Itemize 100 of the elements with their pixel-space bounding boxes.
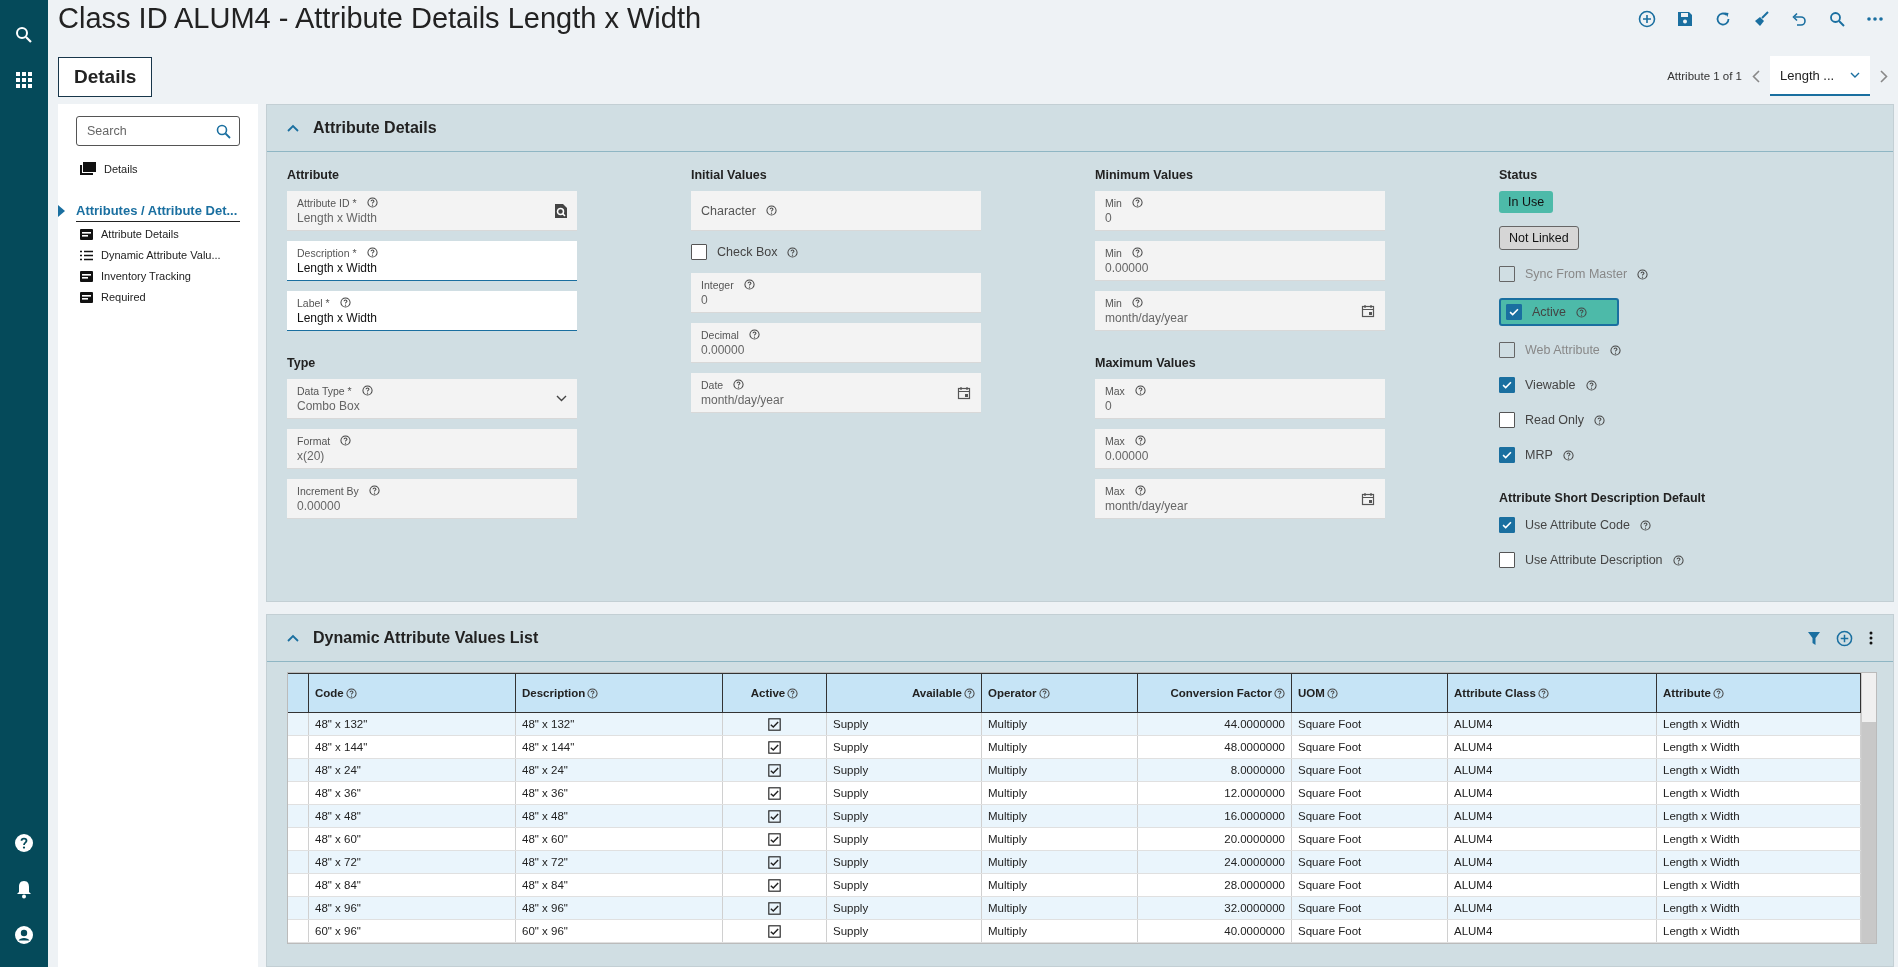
input-field[interactable]: Min 0.00000 <box>1095 241 1385 281</box>
checkbox[interactable] <box>1499 447 1515 463</box>
scrollbar[interactable] <box>1861 673 1876 943</box>
checkbox[interactable] <box>768 786 781 800</box>
refresh-icon[interactable] <box>1714 10 1732 28</box>
column-header[interactable]: UOM <box>1291 673 1448 713</box>
undo-icon[interactable] <box>1790 10 1808 28</box>
help-icon[interactable] <box>345 687 357 699</box>
column-header[interactable]: Code <box>308 673 516 713</box>
checkbox[interactable] <box>768 855 781 869</box>
column-header[interactable]: Attribute <box>1656 673 1861 713</box>
search-icon[interactable] <box>15 26 33 44</box>
help-icon[interactable] <box>1537 687 1549 699</box>
checkbox[interactable] <box>768 763 781 777</box>
input-field[interactable]: Attribute ID * Length x Width <box>287 191 577 231</box>
checkbox[interactable] <box>768 878 781 892</box>
help-icon[interactable] <box>743 279 755 290</box>
collapse-icon[interactable] <box>287 634 299 642</box>
help-icon[interactable] <box>765 205 777 216</box>
column-header[interactable]: Conversion Factor <box>1137 673 1292 713</box>
nav-item[interactable]: Inventory Tracking <box>80 270 240 282</box>
checkbox[interactable] <box>768 809 781 823</box>
help-icon[interactable] <box>361 385 373 396</box>
chevron-down-icon[interactable] <box>556 395 567 402</box>
checkbox[interactable] <box>768 717 781 731</box>
column-header[interactable]: Active <box>722 673 827 713</box>
user-icon[interactable] <box>14 925 34 945</box>
help-icon[interactable] <box>1131 197 1143 208</box>
add-icon[interactable] <box>1638 10 1656 28</box>
input-field[interactable]: Date month/day/year <box>691 373 981 413</box>
input-field[interactable]: Min month/day/year <box>1095 291 1385 331</box>
checkbox[interactable] <box>768 740 781 754</box>
help-icon[interactable] <box>1585 379 1597 391</box>
column-header[interactable]: Available <box>826 673 982 713</box>
help-icon[interactable] <box>587 687 599 699</box>
help-icon[interactable] <box>787 246 799 258</box>
column-header[interactable]: Attribute Class <box>1447 673 1657 713</box>
checkbox[interactable] <box>691 244 707 260</box>
calendar-icon[interactable] <box>957 385 971 400</box>
help-icon[interactable] <box>1562 449 1574 461</box>
column-header[interactable]: Description <box>515 673 723 713</box>
input-field[interactable]: Integer 0 <box>691 273 981 313</box>
nav-item[interactable]: Details <box>80 162 240 175</box>
checkbox[interactable] <box>768 832 781 846</box>
help-icon[interactable] <box>368 485 380 496</box>
nav-item[interactable]: Required <box>80 291 240 303</box>
bell-icon[interactable] <box>15 879 33 899</box>
checkbox[interactable] <box>1499 517 1515 533</box>
tab[interactable]: Details <box>58 57 153 97</box>
record-dropdown[interactable]: Length ... <box>1770 56 1870 96</box>
help-icon[interactable] <box>1131 297 1143 308</box>
nav-group-link[interactable]: Attributes / Attribute Det... <box>76 203 240 222</box>
input-field[interactable]: Data Type * Combo Box <box>287 379 577 419</box>
help-icon[interactable] <box>1594 414 1606 426</box>
help-icon[interactable] <box>733 379 745 390</box>
help-icon[interactable] <box>1609 344 1621 356</box>
add-icon[interactable] <box>1836 629 1853 647</box>
input-field[interactable]: Description * Length x Width <box>287 241 577 281</box>
help-icon[interactable] <box>1637 268 1649 280</box>
collapse-icon[interactable] <box>287 124 299 132</box>
help-icon[interactable] <box>366 197 378 208</box>
checkbox[interactable] <box>1506 304 1522 320</box>
help-icon[interactable] <box>1712 687 1724 699</box>
search-icon[interactable] <box>1828 10 1846 28</box>
input-field[interactable]: Character <box>691 191 981 231</box>
nav-item[interactable]: Dynamic Attribute Valu... <box>80 249 240 261</box>
help-icon[interactable] <box>748 329 760 340</box>
help-icon[interactable] <box>1134 435 1146 446</box>
chevron-right-icon[interactable] <box>1880 69 1888 83</box>
checkbox[interactable] <box>1499 412 1515 428</box>
save-icon[interactable] <box>1676 10 1694 28</box>
checkbox[interactable] <box>1499 377 1515 393</box>
search-field[interactable]: Search <box>76 116 240 146</box>
lookup-icon[interactable] <box>554 203 567 218</box>
help-icon[interactable] <box>787 687 799 699</box>
input-field[interactable]: Format x(20) <box>287 429 577 469</box>
chevron-left-icon[interactable] <box>1752 69 1760 83</box>
calendar-icon[interactable] <box>1361 491 1375 506</box>
help-icon[interactable] <box>366 247 378 258</box>
checkbox[interactable] <box>1499 552 1515 568</box>
input-field[interactable]: Increment By 0.00000 <box>287 479 577 519</box>
checkbox[interactable] <box>768 901 781 915</box>
input-field[interactable]: Max 0 <box>1095 379 1385 419</box>
calendar-icon[interactable] <box>1361 303 1375 318</box>
filter-icon[interactable] <box>1808 631 1820 645</box>
help-icon[interactable] <box>964 687 975 699</box>
help-icon[interactable] <box>1134 385 1146 396</box>
input-field[interactable]: Max 0.00000 <box>1095 429 1385 469</box>
help-icon[interactable] <box>1131 247 1143 258</box>
app-grid-icon[interactable] <box>16 72 32 88</box>
help-icon[interactable] <box>1038 687 1050 699</box>
column-header[interactable]: Operator <box>981 673 1138 713</box>
help-icon[interactable] <box>340 435 352 446</box>
help-icon[interactable] <box>1274 687 1285 699</box>
input-field[interactable]: Decimal 0.00000 <box>691 323 981 363</box>
help-icon[interactable] <box>1134 485 1146 496</box>
checkbox[interactable] <box>768 924 781 938</box>
help-icon[interactable] <box>14 833 34 853</box>
help-icon[interactable] <box>1639 519 1651 531</box>
nav-item[interactable]: Attribute Details <box>80 228 240 240</box>
